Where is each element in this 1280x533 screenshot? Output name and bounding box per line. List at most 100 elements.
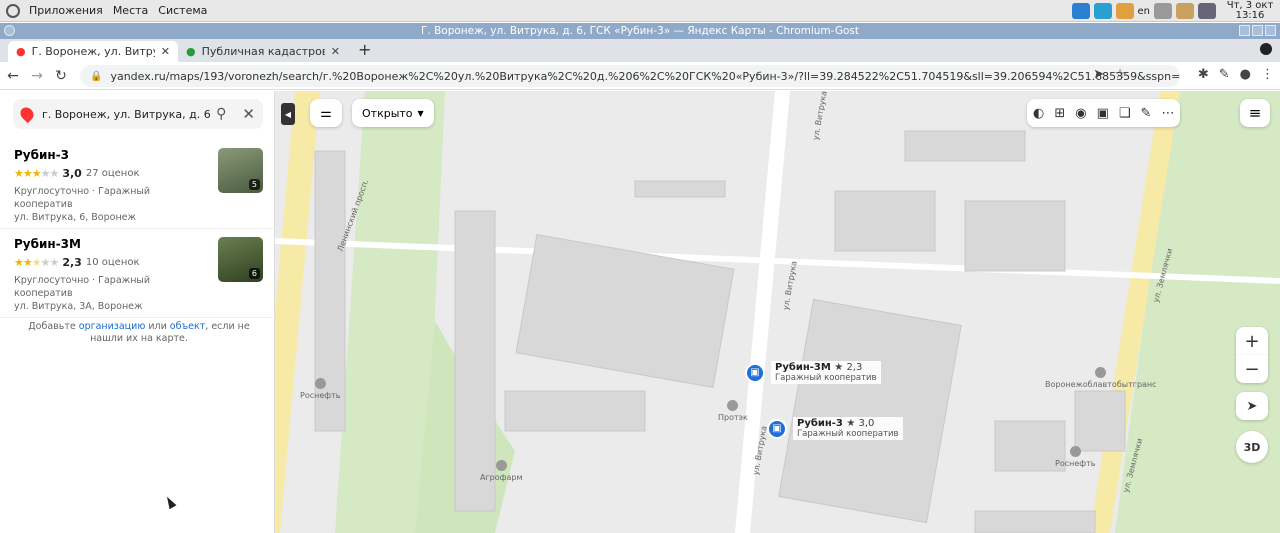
car-icon: ▣ — [745, 362, 765, 383]
clipboard-icon[interactable] — [1176, 3, 1194, 19]
extensions-icon[interactable]: ✱ — [1198, 67, 1209, 82]
toolbar: ← → ↻ 🔒 yandex.ru/maps/193/voronezh/sear… — [0, 62, 1280, 90]
network-icon[interactable] — [1198, 3, 1216, 19]
system-tray: en Чт, 3 окт 13:16 — [1071, 0, 1280, 22]
lock-icon[interactable]: 🔒 — [90, 71, 102, 82]
marker-name: Рубин-3М — [775, 362, 831, 373]
search-value[interactable]: г. Воронеж, ул. Витрука, д. 6, ГС — [42, 108, 210, 121]
os-menu-system[interactable]: Система — [153, 4, 212, 17]
sliders-icon: ⚌ — [320, 105, 332, 121]
open-now-filter[interactable]: Открыто ▼ — [352, 99, 434, 127]
forward-button[interactable]: → — [26, 68, 48, 84]
close-window-button[interactable] — [1265, 25, 1276, 36]
marker-rating: ★ 3,0 — [846, 418, 875, 429]
map-layers-bar: ◐ ⊞ ◉ ▣ ❏ ✎ ⋯ — [1027, 99, 1181, 127]
photo-count: 5 — [248, 179, 260, 190]
map-canvas[interactable]: Ленинский просп. ул. Витрука ул. Витрука… — [275, 91, 1280, 533]
share-icon[interactable]: ➤ — [1093, 67, 1104, 82]
back-button[interactable]: ← — [2, 68, 24, 84]
search-icon[interactable]: ⚲ — [216, 106, 226, 122]
tab-yandex-maps[interactable]: ● Г. Воронеж, ул. Витрука ✕ — [8, 41, 178, 62]
photo-count: 6 — [248, 268, 260, 279]
camera-icon[interactable]: ◉ — [1075, 106, 1086, 121]
tab-cadastral[interactable]: ● Публичная кадастровая ✕ — [178, 41, 348, 62]
tab-strip: ● Г. Воронеж, ул. Витрука ✕ ● Публичная … — [0, 39, 1280, 62]
browser-menu-icon[interactable]: ⋮ — [1261, 67, 1274, 82]
result-photo[interactable]: 6 — [218, 237, 263, 282]
poi-agrofarm[interactable]: Агрофарм — [480, 460, 523, 482]
app-tray-icon[interactable] — [1115, 3, 1134, 19]
gas-station-icon — [314, 378, 326, 389]
result-name[interactable]: Рубин-3 — [14, 148, 69, 162]
review-count[interactable]: 10 оценок — [86, 257, 140, 268]
result-hours: Круглосуточно — [14, 186, 90, 197]
tab-search-icon[interactable] — [1260, 43, 1272, 55]
result-address: ул. Витрука, 3А, Воронеж — [14, 301, 143, 312]
poi-protek[interactable]: Протэк — [718, 400, 748, 422]
zoom-out-button[interactable]: − — [1236, 355, 1268, 383]
map-pin-icon: ● — [16, 45, 26, 58]
marker-category: Гаражный кооператив — [775, 373, 877, 383]
poi-rosneft[interactable]: Роснефть — [300, 378, 340, 400]
location-pin-icon — [17, 104, 37, 124]
clear-search-icon[interactable]: ✕ — [242, 105, 255, 123]
window-titlebar: Г. Воронеж, ул. Витрука, д. 6, ГСК «Руби… — [0, 23, 1280, 39]
keyboard-layout[interactable]: en — [1138, 6, 1151, 17]
os-logo-icon[interactable] — [6, 3, 20, 18]
add-organization-hint: Добавьте организацию или объект, если не… — [28, 321, 250, 344]
window-menu-icon[interactable] — [4, 25, 15, 36]
filter-button[interactable]: ⚌ — [310, 99, 342, 127]
os-menu-applications[interactable]: Приложения — [24, 4, 108, 17]
result-card[interactable]: Рубин-3 ★★★★★ 3,0 27 оценок Круглосуточн… — [0, 141, 275, 229]
map-menu-button[interactable]: ≡ — [1240, 99, 1270, 127]
transport-icon[interactable]: ▣ — [1097, 106, 1109, 121]
layers-icon[interactable]: ❏ — [1119, 106, 1131, 121]
tab-label: Г. Воронеж, ул. Витрука — [31, 45, 155, 58]
poi-rosneft[interactable]: Роснефть — [1055, 446, 1095, 468]
zoom-in-button[interactable]: + — [1236, 327, 1268, 355]
rating-stars-icon: ★★★★★ — [14, 256, 59, 269]
ruler-icon[interactable]: ✎ — [1141, 106, 1152, 121]
tab-label: Публичная кадастровая — [201, 45, 325, 58]
result-photo[interactable]: 5 — [218, 148, 263, 193]
new-tab-button[interactable]: + — [348, 40, 381, 62]
result-card[interactable]: Рубин-3М ★★★★★ 2,3 10 оценок Круглосуточ… — [0, 230, 275, 318]
more-icon[interactable]: ⋯ — [1161, 106, 1174, 121]
url-input[interactable]: 🔒 yandex.ru/maps/193/voronezh/search/г.%… — [80, 65, 1180, 87]
collapse-panel-button[interactable]: ◀ — [281, 103, 295, 125]
bookmark-star-icon[interactable]: ☆ — [1114, 67, 1126, 82]
k-tray-icon[interactable] — [1093, 3, 1112, 19]
minimize-button[interactable] — [1239, 25, 1250, 36]
result-name[interactable]: Рубин-3М — [14, 237, 81, 251]
place-icon — [1095, 367, 1107, 378]
map-marker-rubin-3m[interactable]: ▣ Рубин-3М ★ 2,3 Гаражный кооператив — [745, 361, 881, 384]
search-input[interactable]: г. Воронеж, ул. Витрука, д. 6, ГС ⚲ ✕ — [13, 99, 263, 129]
volume-icon[interactable] — [1154, 3, 1172, 19]
rating-value: 2,3 — [62, 256, 82, 269]
3d-button[interactable]: 3D — [1236, 431, 1268, 463]
marker-category: Гаражный кооператив — [797, 429, 899, 439]
add-organization-link[interactable]: организацию — [79, 321, 146, 332]
reload-button[interactable]: ↻ — [50, 68, 72, 84]
clock[interactable]: Чт, 3 окт 13:16 — [1220, 1, 1280, 21]
traffic-layer-icon[interactable]: ◐ — [1033, 106, 1044, 121]
window-title: Г. Воронеж, ул. Витрука, д. 6, ГСК «Руби… — [421, 25, 859, 37]
result-hours: Круглосуточно — [14, 275, 90, 286]
marker-rating: ★ 2,3 — [834, 362, 863, 373]
close-tab-icon[interactable]: ✕ — [331, 45, 340, 58]
maximize-button[interactable] — [1252, 25, 1263, 36]
poi-voronezhoblavto[interactable]: Воронежоблавтобытгранс — [1045, 367, 1157, 389]
map-marker-rubin-3[interactable]: ▣ Рубин-3 ★ 3,0 Гаражный кооператив — [767, 417, 903, 440]
add-object-link[interactable]: объект — [170, 321, 206, 332]
close-tab-icon[interactable]: ✕ — [161, 45, 170, 58]
check-circle-icon: ● — [186, 45, 196, 58]
panorama-icon[interactable]: ⊞ — [1054, 106, 1065, 121]
os-menu-places[interactable]: Места — [108, 4, 153, 17]
extension-icon[interactable]: ✎ — [1219, 67, 1230, 82]
review-count[interactable]: 27 оценок — [86, 168, 140, 179]
toolbar-actions: ➤ ☆ ✱ ✎ ● ⋮ — [1093, 67, 1274, 82]
profile-icon[interactable]: ● — [1240, 67, 1251, 82]
shield-tray-icon[interactable] — [1071, 3, 1090, 19]
my-location-button[interactable]: ➤ — [1236, 392, 1268, 420]
pharmacy-icon — [727, 400, 739, 411]
